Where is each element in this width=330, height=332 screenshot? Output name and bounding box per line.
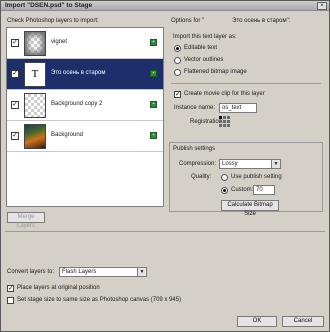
layer-checkbox[interactable]: ✓ bbox=[11, 101, 19, 109]
layer-row-text[interactable]: ✓ T Это осень в старом ▪ bbox=[7, 59, 163, 90]
movie-clip-checkbox[interactable]: ✓ bbox=[174, 91, 181, 98]
layer-row-background[interactable]: ✓ Background ▪ bbox=[7, 121, 163, 152]
layer-type-icon: ▪ bbox=[150, 39, 157, 46]
vector-outlines-label: Vector outlines bbox=[184, 57, 224, 63]
title-bar[interactable]: Import "DSEN.psd" to Stage × bbox=[1, 1, 329, 11]
import-as-label: Import this text layer as: bbox=[173, 34, 237, 40]
layer-name: Background bbox=[51, 132, 84, 138]
instance-name-label: Instance name: bbox=[174, 105, 216, 111]
layer-type-icon: ▪ bbox=[150, 132, 157, 139]
custom-quality-input[interactable]: 70 bbox=[253, 185, 275, 195]
chevron-down-icon: ▼ bbox=[137, 268, 146, 276]
convert-layers-value: Flash Layers bbox=[62, 269, 97, 275]
convert-layers-select[interactable]: Flash Layers ▼ bbox=[59, 267, 147, 277]
merge-layers-button[interactable]: Merge Layers bbox=[7, 212, 45, 229]
layer-list[interactable]: ✓ vignet ▪ ✓ T Это осень в старом ▪ ✓ Ba… bbox=[6, 27, 164, 207]
movie-clip-label: Create movie clip for this layer bbox=[184, 91, 265, 97]
instance-name-input[interactable]: os_text bbox=[219, 103, 257, 113]
layer-thumbnail bbox=[24, 31, 46, 56]
layer-type-icon: ▪ bbox=[150, 101, 157, 108]
flattened-bitmap-radio[interactable] bbox=[174, 69, 181, 76]
chevron-down-icon: ▼ bbox=[271, 160, 280, 168]
place-original-position-checkbox[interactable]: ✓ bbox=[7, 285, 14, 292]
compression-value: Lossy bbox=[222, 161, 238, 167]
vector-outlines-radio[interactable] bbox=[174, 57, 181, 64]
place-original-position-label: Place layers at original position bbox=[17, 285, 100, 291]
layer-row-vignet[interactable]: ✓ vignet ▪ bbox=[7, 28, 163, 59]
registration-point-grid[interactable] bbox=[219, 116, 230, 127]
set-stage-size-label: Set stage size to same size as Photoshop… bbox=[17, 297, 182, 303]
text-layer-thumbnail: T bbox=[24, 62, 46, 87]
compression-select[interactable]: Lossy ▼ bbox=[219, 159, 281, 169]
publish-settings-heading: Publish settings bbox=[173, 146, 216, 152]
layer-checkbox[interactable]: ✓ bbox=[11, 132, 19, 140]
layer-type-icon: ▪ bbox=[150, 70, 157, 77]
ok-button[interactable]: OK bbox=[237, 316, 277, 327]
layer-thumbnail bbox=[24, 93, 46, 118]
photo-thumbnail bbox=[24, 124, 46, 149]
cancel-button[interactable]: Cancel bbox=[282, 316, 324, 327]
use-publish-setting-label: Use publish setting bbox=[231, 174, 282, 180]
layer-name: Background copy 2 bbox=[51, 101, 103, 107]
use-publish-setting-radio[interactable] bbox=[221, 174, 228, 181]
editable-text-radio[interactable] bbox=[174, 45, 181, 52]
layer-name: vignet bbox=[51, 39, 68, 45]
layer-name: Это осень в старом bbox=[51, 70, 106, 76]
custom-quality-label: Custom: bbox=[231, 187, 254, 193]
quality-label: Quality: bbox=[191, 174, 212, 180]
flattened-bitmap-label: Flattened bitmap image bbox=[184, 69, 247, 75]
convert-layers-label: Convert layers to: bbox=[7, 269, 55, 275]
options-heading-prefix: Options for " bbox=[171, 18, 205, 24]
layer-checkbox[interactable]: ✓ bbox=[11, 39, 19, 47]
import-dialog: Import "DSEN.psd" to Stage × Check Photo… bbox=[0, 0, 330, 332]
layer-checkbox[interactable]: ✓ bbox=[11, 70, 19, 78]
dialog-title: Import "DSEN.psd" to Stage bbox=[5, 2, 93, 9]
divider bbox=[171, 83, 321, 84]
editable-text-label: Editable text bbox=[184, 45, 218, 51]
set-stage-size-checkbox[interactable] bbox=[7, 297, 14, 304]
options-heading: Options for " Это осень в старом": bbox=[171, 18, 290, 24]
divider bbox=[5, 231, 325, 232]
layer-row-background-copy-2[interactable]: ✓ Background copy 2 ▪ bbox=[7, 90, 163, 121]
close-icon[interactable]: × bbox=[317, 2, 327, 10]
compression-label: Compression: bbox=[179, 161, 217, 167]
calculate-bitmap-size-button[interactable]: Calculate Bitmap Size bbox=[221, 200, 279, 217]
layers-heading: Check Photoshop layers to import: bbox=[7, 18, 99, 24]
custom-quality-radio[interactable] bbox=[221, 187, 228, 194]
options-heading-name: Это осень в старом": bbox=[232, 18, 291, 24]
